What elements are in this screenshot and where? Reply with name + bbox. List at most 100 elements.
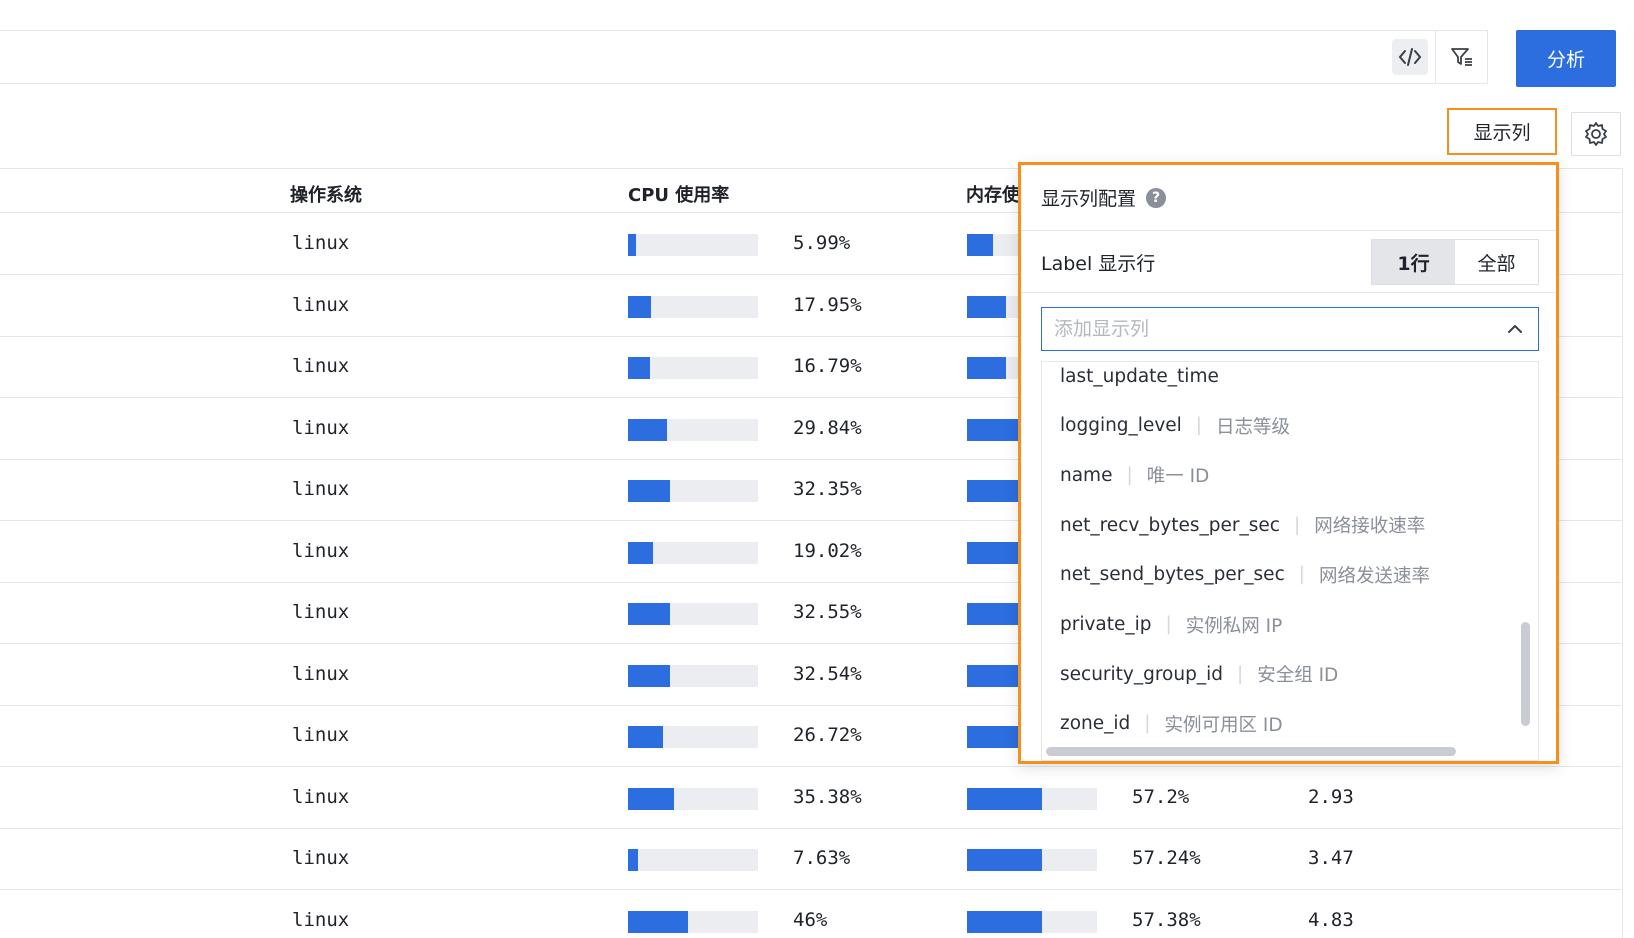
- os-cell: linux: [292, 847, 350, 869]
- column-option[interactable]: private_ip | 实例私网 IP: [1060, 605, 1282, 645]
- option-key: net_send_bytes_per_sec: [1060, 564, 1285, 586]
- cpu-value: 46%: [793, 908, 828, 931]
- header-os[interactable]: 操作系统: [290, 181, 362, 207]
- mem-bar: [967, 787, 1097, 810]
- cpu-bar-fill: [628, 787, 674, 810]
- option-key: name: [1060, 464, 1113, 486]
- extra-value: 2.93: [1308, 785, 1354, 808]
- column-config-popover: 显示列配置 ? Label 显示行 1行 全部 last_update_time…: [1018, 162, 1559, 764]
- add-column-select[interactable]: [1041, 307, 1539, 351]
- code-view-button[interactable]: [1384, 31, 1436, 83]
- os-cell: linux: [292, 785, 350, 808]
- option-key: security_group_id: [1060, 663, 1223, 685]
- mem-value: 57.24%: [1132, 847, 1201, 869]
- cpu-value: 32.54%: [793, 662, 862, 685]
- os-cell: linux: [292, 232, 350, 254]
- cpu-bar: [628, 726, 758, 748]
- option-separator: |: [1293, 514, 1301, 536]
- help-circle-icon[interactable]: ?: [1146, 187, 1167, 208]
- chevron-up-icon[interactable]: [1506, 320, 1524, 338]
- label-rows-setting: Label 显示行 1行 全部: [1021, 231, 1556, 293]
- cpu-bar-fill: [628, 910, 688, 933]
- cpu-bar: [628, 603, 758, 625]
- table-row[interactable]: linux 35.38% 57.2% 2.93: [0, 768, 1622, 829]
- gear-icon: [1585, 122, 1607, 146]
- show-columns-button[interactable]: 显示列: [1447, 108, 1557, 155]
- os-cell: linux: [292, 293, 350, 316]
- cpu-bar: [628, 541, 758, 564]
- option-key: net_recv_bytes_per_sec: [1060, 514, 1280, 536]
- segment-one-row[interactable]: 1行: [1372, 240, 1455, 284]
- header-cpu[interactable]: CPU 使用率: [628, 181, 729, 207]
- segment-all[interactable]: 全部: [1455, 240, 1538, 284]
- cpu-bar-fill: [628, 664, 671, 687]
- mem-bar-fill: [967, 910, 1043, 933]
- cpu-value: 17.95%: [793, 293, 862, 316]
- option-description: 安全组 ID: [1257, 665, 1339, 687]
- add-column-input[interactable]: [1054, 318, 1474, 340]
- column-option[interactable]: last_update_time: [1060, 362, 1219, 396]
- vertical-scrollbar[interactable]: [1521, 622, 1530, 726]
- column-option[interactable]: zone_id | 实例可用区 ID: [1060, 704, 1283, 744]
- option-key: logging_level: [1060, 415, 1182, 437]
- cpu-value: 16.79%: [793, 355, 862, 377]
- extra-value: 4.83: [1308, 908, 1354, 931]
- option-separator: |: [1144, 713, 1151, 735]
- cpu-value: 35.38%: [793, 785, 862, 808]
- column-option[interactable]: logging_level | 日志等级: [1060, 406, 1290, 446]
- cpu-bar: [628, 664, 758, 687]
- mem-bar-fill: [967, 357, 1007, 379]
- os-cell: linux: [292, 478, 350, 500]
- cpu-value: 32.55%: [793, 601, 862, 623]
- mem-bar: [967, 910, 1097, 933]
- cpu-value: 5.99%: [793, 232, 851, 254]
- cpu-bar-fill: [628, 726, 663, 748]
- cpu-bar: [628, 849, 758, 871]
- cpu-bar-fill: [628, 295, 652, 318]
- settings-button[interactable]: [1571, 112, 1621, 156]
- option-separator: |: [1126, 464, 1133, 486]
- column-option[interactable]: security_group_id | 安全组 ID: [1060, 654, 1338, 694]
- option-description: 实例可用区 ID: [1164, 714, 1283, 736]
- option-description: 实例私网 IP: [1185, 615, 1283, 637]
- option-description: 唯一 ID: [1146, 466, 1210, 488]
- cpu-bar: [628, 357, 758, 379]
- mem-bar-fill: [967, 295, 1007, 318]
- option-key: private_ip: [1060, 614, 1152, 635]
- os-cell: linux: [292, 908, 350, 931]
- filter-button[interactable]: [1436, 30, 1488, 84]
- option-key: zone_id: [1060, 713, 1131, 735]
- header-mem[interactable]: 内存使: [966, 181, 1020, 207]
- mem-value: 57.2%: [1132, 785, 1190, 808]
- label-rows-segmented-control: 1行 全部: [1371, 239, 1539, 285]
- cpu-bar-fill: [628, 849, 638, 871]
- table-row[interactable]: linux 7.63% 57.24% 3.47: [0, 829, 1622, 890]
- cpu-bar-fill: [628, 418, 667, 441]
- popover-title: 显示列配置: [1041, 188, 1137, 210]
- option-key: last_update_time: [1060, 365, 1219, 387]
- column-option[interactable]: name | 唯一 ID: [1060, 455, 1209, 495]
- column-options-dropdown: last_update_time logging_level | 日志等级 name | 唯…: [1041, 361, 1539, 761]
- option-separator: |: [1165, 614, 1172, 635]
- cpu-bar: [628, 787, 758, 810]
- table-row[interactable]: linux 46% 57.38% 4.83: [0, 891, 1622, 938]
- horizontal-scrollbar[interactable]: [1046, 747, 1456, 756]
- os-cell: linux: [292, 662, 350, 685]
- analyze-button[interactable]: 分析: [1516, 30, 1616, 87]
- cpu-bar: [628, 234, 758, 256]
- os-cell: linux: [292, 355, 350, 377]
- popover-header: 显示列配置 ?: [1021, 165, 1556, 231]
- option-description: 网络接收速率: [1314, 516, 1426, 538]
- query-bar: [0, 30, 1436, 84]
- os-cell: linux: [292, 724, 350, 746]
- label-rows-title: Label 显示行: [1041, 253, 1156, 275]
- cpu-bar: [628, 480, 758, 502]
- cpu-bar-fill: [628, 541, 653, 564]
- column-option[interactable]: net_recv_bytes_per_sec | 网络接收速率: [1060, 505, 1425, 545]
- mem-bar-fill: [967, 849, 1043, 871]
- cpu-value: 19.02%: [793, 539, 862, 562]
- mem-value: 57.38%: [1132, 908, 1201, 931]
- option-separator: |: [1236, 663, 1244, 685]
- column-option[interactable]: net_send_bytes_per_sec | 网络发送速率: [1060, 555, 1430, 595]
- cpu-value: 26.72%: [793, 724, 862, 746]
